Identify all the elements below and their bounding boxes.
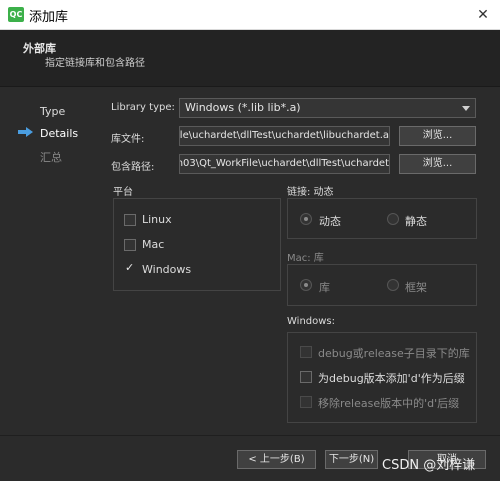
checkbox-label: 移除release版本中的'd'后缀 <box>318 397 460 410</box>
mac-framework-label: 框架 <box>405 281 427 294</box>
mac-library-label: 库 <box>319 281 330 294</box>
include-path-input[interactable]: n03\Qt_WorkFile\uchardet\dllTest\ucharde… <box>179 154 390 174</box>
checkmark-icon: ✓ <box>125 261 135 274</box>
close-button[interactable]: ✕ <box>472 4 494 26</box>
qt-creator-logo-icon: QC <box>8 7 24 22</box>
platform-group <box>113 198 281 291</box>
linkage-dynamic-label: 动态 <box>319 215 341 228</box>
radio-selected-dot <box>304 217 308 221</box>
step-type: Type <box>40 105 66 118</box>
step-summary: 汇总 <box>40 151 62 164</box>
platform-group-title: 平台 <box>113 187 133 198</box>
linkage-static-radio[interactable] <box>387 213 399 225</box>
mac-library-radio[interactable] <box>300 279 312 291</box>
checkbox-label: Windows <box>142 263 192 276</box>
library-file-value: ile\uchardet\dllTest\uchardet\libucharde… <box>179 130 389 141</box>
library-file-input[interactable]: ile\uchardet\dllTest\uchardet\libucharde… <box>179 126 390 146</box>
footer-divider <box>0 435 500 436</box>
checkbox-label: 为debug版本添加'd'作为后缀 <box>318 372 465 385</box>
checkbox-box <box>124 214 136 226</box>
windows-group-title: Windows: <box>287 316 336 327</box>
linkage-static-label: 静态 <box>405 215 427 228</box>
browse-include-button[interactable]: 浏览... <box>399 154 476 174</box>
wizard-header: 外部库 指定链接库和包含路径 <box>0 30 500 87</box>
mac-group <box>287 264 477 306</box>
linkage-group-title: 链接: 动态 <box>287 187 334 198</box>
mac-framework-radio[interactable] <box>387 279 399 291</box>
include-path-value: n03\Qt_WorkFile\uchardet\dllTest\ucharde… <box>179 158 389 169</box>
title-bar: QC 添加库 ✕ <box>0 0 500 30</box>
csdn-watermark: CSDN @刘梓谦 <box>382 458 476 473</box>
back-button[interactable]: < 上一步(B) <box>237 450 316 469</box>
library-type-value: Windows (*.lib lib*.a) <box>185 101 301 114</box>
linkage-dynamic-radio[interactable] <box>300 213 312 225</box>
linkage-group <box>287 198 477 239</box>
checkbox-box <box>300 371 312 383</box>
browse-library-button[interactable]: 浏览... <box>399 126 476 146</box>
page-subtitle: 指定链接库和包含路径 <box>45 58 145 69</box>
next-button[interactable]: 下一步(N) <box>325 450 378 469</box>
checkbox-box <box>300 346 312 358</box>
library-type-select[interactable]: Windows (*.lib lib*.a) <box>179 98 476 118</box>
include-path-label: 包含路径: <box>111 162 155 173</box>
window-title: 添加库 <box>29 10 69 25</box>
checkbox-box <box>124 239 136 251</box>
library-type-label: Library type: <box>111 102 175 113</box>
chevron-down-icon <box>462 106 470 111</box>
library-file-label: 库文件: <box>111 134 145 145</box>
checkbox-box <box>300 396 312 408</box>
mac-group-title: Mac: 库 <box>287 253 324 264</box>
step-details: Details <box>40 127 79 140</box>
radio-selected-dot <box>304 283 308 287</box>
checkbox-label: debug或release子目录下的库 <box>318 347 470 360</box>
checkbox-label: Mac <box>142 238 165 251</box>
checkbox-label: Linux <box>142 213 172 226</box>
current-step-arrow-icon <box>18 127 33 137</box>
